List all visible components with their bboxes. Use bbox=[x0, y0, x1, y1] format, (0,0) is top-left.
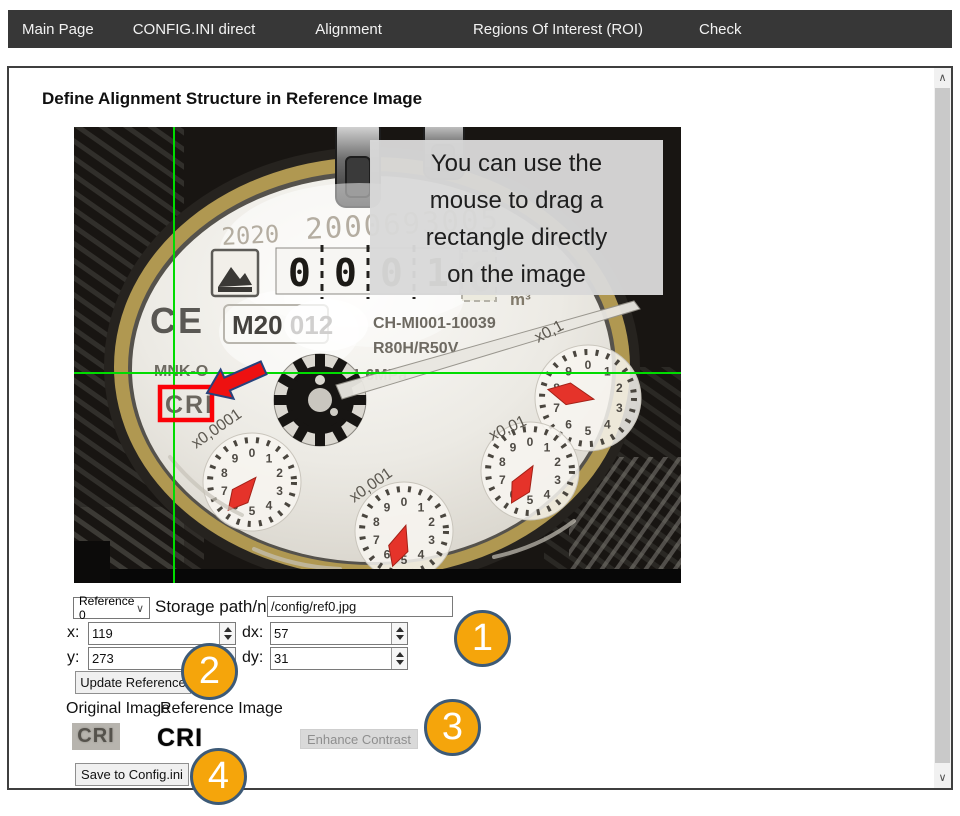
svg-text:2020: 2020 bbox=[221, 220, 280, 251]
callout-1: 1 bbox=[454, 610, 511, 667]
dx-input[interactable] bbox=[270, 622, 408, 645]
top-navbar: Main Page CONFIG.INI direct Alignment Re… bbox=[8, 10, 952, 48]
svg-text:5: 5 bbox=[585, 424, 592, 438]
spinner-up-icon[interactable] bbox=[396, 627, 404, 632]
svg-text:3: 3 bbox=[428, 533, 435, 547]
svg-text:1: 1 bbox=[266, 452, 273, 466]
svg-text:0: 0 bbox=[334, 251, 357, 295]
svg-text:5: 5 bbox=[249, 504, 256, 518]
svg-text:0: 0 bbox=[527, 435, 534, 449]
content-frame: Define Alignment Structure in Reference … bbox=[7, 66, 953, 790]
x-input[interactable] bbox=[88, 622, 236, 645]
reference-select[interactable]: Reference 0 ∨ bbox=[73, 597, 150, 619]
reference-image-thumbnail: CRI bbox=[152, 722, 208, 755]
spinner-down-icon[interactable] bbox=[396, 660, 404, 665]
svg-text:3: 3 bbox=[276, 484, 283, 498]
svg-text:4: 4 bbox=[418, 548, 425, 562]
svg-text:7: 7 bbox=[499, 473, 506, 487]
svg-text:8: 8 bbox=[221, 466, 228, 480]
svg-text:3: 3 bbox=[554, 473, 561, 487]
scrollbar-thumb[interactable] bbox=[935, 88, 950, 763]
svg-text:6: 6 bbox=[565, 418, 572, 432]
enhance-contrast-button[interactable]: Enhance Contrast bbox=[300, 729, 418, 749]
svg-text:CH-MI001-10039: CH-MI001-10039 bbox=[373, 315, 496, 332]
svg-text:2: 2 bbox=[554, 455, 561, 469]
svg-text:7: 7 bbox=[373, 533, 380, 547]
nav-item-alignment[interactable]: Alignment bbox=[315, 21, 382, 38]
dy-value-field[interactable] bbox=[271, 648, 391, 669]
spinner-down-icon[interactable] bbox=[396, 635, 404, 640]
callout-4: 4 bbox=[190, 748, 247, 805]
callout-3: 3 bbox=[424, 699, 481, 756]
svg-text:0: 0 bbox=[585, 358, 592, 372]
spinner-up-icon[interactable] bbox=[396, 652, 404, 657]
svg-text:2: 2 bbox=[276, 466, 283, 480]
svg-text:2: 2 bbox=[428, 515, 435, 529]
svg-text:1: 1 bbox=[418, 501, 425, 515]
scrollbar-down-icon[interactable]: ∨ bbox=[934, 768, 951, 788]
meter-pictogram bbox=[212, 250, 258, 296]
svg-text:2: 2 bbox=[616, 381, 623, 395]
meter-star-wheel bbox=[274, 354, 366, 446]
svg-text:CE: CE bbox=[150, 300, 204, 341]
y-label: y: bbox=[67, 649, 79, 667]
nav-item-check[interactable]: Check bbox=[699, 21, 742, 38]
dy-label: dy: bbox=[242, 649, 263, 667]
svg-text:4: 4 bbox=[266, 499, 273, 513]
svg-text:5: 5 bbox=[527, 493, 534, 507]
nav-item-config-ini-direct[interactable]: CONFIG.INI direct bbox=[133, 21, 256, 38]
svg-text:9: 9 bbox=[510, 441, 517, 455]
reference-select-value: Reference 0 bbox=[79, 594, 136, 622]
x-value-field[interactable] bbox=[89, 623, 219, 644]
x-spinner[interactable] bbox=[219, 623, 235, 644]
svg-text:1: 1 bbox=[544, 441, 551, 455]
alignment-crosshair-vertical bbox=[173, 127, 175, 583]
spinner-up-icon[interactable] bbox=[224, 627, 232, 632]
storage-path-input[interactable] bbox=[267, 596, 453, 617]
original-image-thumbnail: CRI bbox=[72, 723, 120, 750]
update-reference-button[interactable]: Update Reference bbox=[75, 671, 191, 694]
svg-text:9: 9 bbox=[384, 501, 391, 515]
reference-image[interactable]: 2020 2000693005 0 0 0 1 6 m³ bbox=[74, 127, 681, 583]
nav-item-main-page[interactable]: Main Page bbox=[22, 21, 94, 38]
svg-text:8: 8 bbox=[499, 455, 506, 469]
drag-hint-overlay: You can use the mouse to drag a rectangl… bbox=[370, 140, 663, 295]
callout-2: 2 bbox=[181, 643, 238, 700]
svg-text:7: 7 bbox=[553, 401, 560, 415]
reference-image-label: Reference Image bbox=[160, 700, 283, 718]
nav-item-regions-of-interest[interactable]: Regions Of Interest (ROI) bbox=[473, 21, 643, 38]
svg-text:4: 4 bbox=[604, 418, 611, 432]
scrollbar-up-icon[interactable]: ∧ bbox=[934, 68, 951, 88]
dx-value-field[interactable] bbox=[271, 623, 391, 644]
original-image-label: Original Image bbox=[66, 700, 170, 718]
svg-text:4: 4 bbox=[544, 488, 551, 502]
page-title: Define Alignment Structure in Reference … bbox=[42, 89, 422, 109]
chevron-down-icon: ∨ bbox=[136, 602, 144, 615]
alignment-crosshair-horizontal bbox=[74, 372, 681, 374]
svg-text:0: 0 bbox=[288, 251, 311, 295]
svg-text:7: 7 bbox=[221, 484, 228, 498]
svg-text:8: 8 bbox=[373, 515, 380, 529]
dy-spinner[interactable] bbox=[391, 648, 407, 669]
svg-text:3: 3 bbox=[616, 401, 623, 415]
svg-text:0: 0 bbox=[401, 495, 408, 509]
dy-input[interactable] bbox=[270, 647, 408, 670]
frame-scrollbar[interactable]: ∧ ∨ bbox=[934, 68, 951, 788]
spinner-down-icon[interactable] bbox=[224, 635, 232, 640]
svg-text:9: 9 bbox=[232, 452, 239, 466]
svg-text:0: 0 bbox=[249, 446, 256, 460]
x-label: x: bbox=[67, 624, 79, 642]
save-to-config-button[interactable]: Save to Config.ini bbox=[75, 763, 189, 786]
dx-label: dx: bbox=[242, 624, 263, 642]
dx-spinner[interactable] bbox=[391, 623, 407, 644]
